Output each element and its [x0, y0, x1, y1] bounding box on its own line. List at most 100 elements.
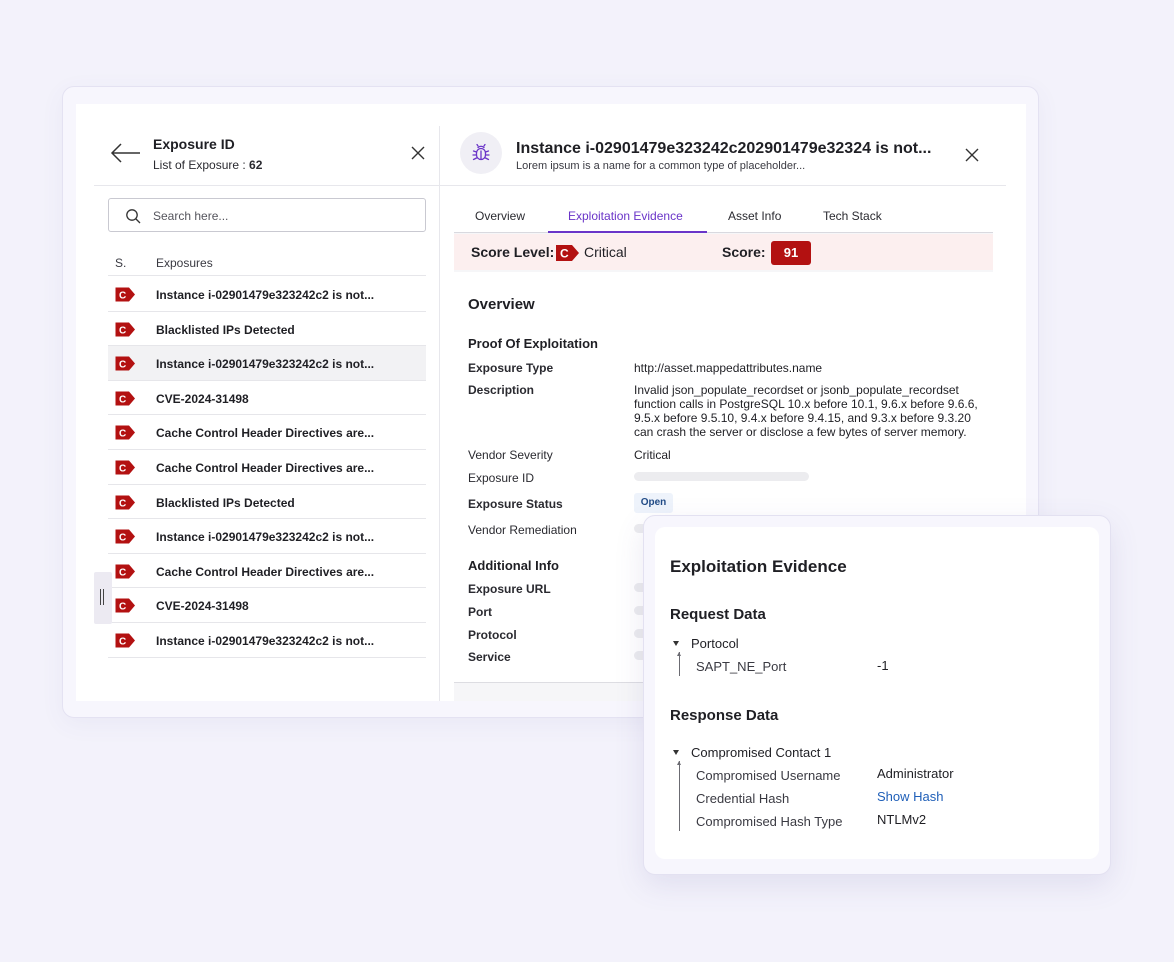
section-title: Overview	[468, 296, 535, 313]
score-level-label: Score Level:	[471, 244, 555, 260]
severity-tag-icon: C	[115, 322, 135, 337]
svg-text:C: C	[119, 360, 126, 371]
column-exposures: Exposures	[156, 256, 213, 270]
field-key: Compromised Username	[696, 768, 841, 783]
hash-type-value: NTLMv2	[877, 812, 927, 827]
svg-text:C: C	[119, 498, 126, 509]
exposure-id-label: Exposure ID	[468, 471, 535, 485]
svg-text:C: C	[119, 325, 126, 336]
list-item-label: Blacklisted IPs Detected	[156, 495, 295, 510]
status-badge: Open	[634, 493, 673, 513]
search-icon	[126, 209, 141, 224]
exposure-type-value: http://asset.mappedattributes.name	[634, 361, 823, 375]
tree-connector	[677, 652, 681, 676]
tree-connector	[677, 761, 681, 831]
list-header: Exposure ID List of Exposure : 62	[94, 126, 439, 186]
list-item[interactable]: C CVE-2024-31498	[108, 381, 426, 416]
exposure-id-placeholder	[634, 472, 809, 481]
show-hash-link[interactable]: Show Hash	[877, 789, 943, 804]
list-item[interactable]: C Cache Control Header Directives are...	[108, 415, 426, 450]
list-item-label: Instance i-02901479e323242c2 is not...	[156, 357, 375, 372]
list-item-label: Cache Control Header Directives are...	[156, 564, 375, 579]
svg-text:C: C	[119, 567, 126, 578]
critical-badge: C	[115, 425, 136, 443]
list-item-label: Instance i-02901479e323242c2 is not...	[156, 530, 375, 545]
compromised-username-value: Administrator	[877, 766, 954, 781]
close-icon[interactable]	[410, 145, 426, 161]
list-item-label: Cache Control Header Directives are...	[156, 426, 375, 441]
service-label: Service	[468, 650, 511, 664]
response-data-heading: Response Data	[670, 707, 779, 724]
proof-heading: Proof Of Exploitation	[468, 336, 598, 351]
vendor-severity-value: Critical	[634, 448, 671, 462]
score-label: Score:	[722, 244, 766, 260]
vendor-remediation-label: Vendor Remediation	[468, 523, 577, 537]
severity-tag-icon: C	[115, 633, 135, 648]
list-item[interactable]: C Blacklisted IPs Detected	[108, 485, 426, 520]
caret-down-icon	[673, 750, 679, 756]
detail-title: Instance i-02901479e323242c202901479e323…	[516, 140, 932, 157]
tab-tech-stack[interactable]: Tech Stack	[823, 209, 882, 223]
score-level-value: Critical	[584, 244, 627, 260]
severity-tag-icon: C	[115, 391, 135, 406]
additional-info-heading: Additional Info	[468, 558, 559, 573]
detail-subtitle: Lorem ipsum is a name for a common type …	[516, 160, 806, 172]
caret-down-icon	[673, 641, 679, 647]
severity-tag-icon: C	[115, 598, 135, 613]
svg-text:C: C	[119, 602, 126, 613]
panel-drag-handle[interactable]	[94, 572, 112, 624]
critical-badge: C	[115, 529, 136, 547]
request-value: -1	[877, 658, 889, 673]
vendor-severity-label: Vendor Severity	[468, 448, 553, 462]
tab-exploitation-evidence[interactable]: Exploitation Evidence	[568, 209, 683, 223]
list-item[interactable]: C Cache Control Header Directives are...	[108, 554, 426, 589]
exposure-url-label: Exposure URL	[468, 582, 551, 596]
critical-badge: C	[115, 287, 136, 305]
tab-overview[interactable]: Overview	[475, 209, 525, 223]
list-item-label: CVE-2024-31498	[156, 391, 249, 406]
svg-text:C: C	[119, 463, 126, 474]
critical-badge: C	[115, 633, 136, 651]
bug-avatar	[460, 132, 502, 174]
exposure-list: C Instance i-02901479e323242c2 is not... C…	[108, 277, 426, 658]
svg-text:C: C	[119, 429, 126, 440]
score-value: 91	[771, 241, 811, 265]
critical-badge: C	[115, 391, 136, 409]
list-item[interactable]: C CVE-2024-31498	[108, 588, 426, 623]
score-bar: Score Level: C Critical Score: 91	[454, 234, 993, 270]
severity-tag-icon: C	[115, 564, 135, 579]
list-item-label: Blacklisted IPs Detected	[156, 322, 295, 337]
list-item[interactable]: C Instance i-02901479e323242c2 is not...	[108, 277, 426, 312]
close-icon[interactable]	[964, 147, 980, 163]
list-item[interactable]: C Instance i-02901479e323242c2 is not...	[108, 623, 426, 658]
request-data-heading: Request Data	[670, 606, 766, 623]
list-count: List of Exposure : 62	[153, 158, 263, 172]
critical-badge: C	[115, 598, 136, 616]
back-arrow-icon[interactable]	[110, 142, 142, 164]
column-severity: S.	[115, 256, 127, 270]
search-placeholder: Search here...	[153, 209, 229, 223]
popup-title: Exploitation Evidence	[670, 557, 847, 576]
critical-badge: C	[115, 564, 136, 582]
tab-asset-info[interactable]: Asset Info	[728, 209, 781, 223]
list-item[interactable]: C Blacklisted IPs Detected	[108, 312, 426, 347]
severity-tag-icon: C	[115, 287, 135, 302]
request-tree-node[interactable]: Portocol	[673, 636, 739, 651]
field-key: Credential Hash	[696, 791, 790, 806]
svg-text:C: C	[119, 533, 126, 544]
port-label: Port	[468, 605, 492, 619]
critical-badge: C	[555, 244, 580, 267]
svg-text:C: C	[560, 247, 569, 261]
response-tree-node[interactable]: Compromised Contact 1	[673, 745, 831, 760]
list-column-header: S. Exposures	[108, 256, 426, 276]
list-item[interactable]: C Instance i-02901479e323242c2 is not...	[108, 519, 426, 554]
description-label: Description	[468, 383, 535, 397]
severity-tag-icon: C	[115, 529, 135, 544]
list-item[interactable]: C Cache Control Header Directives are...	[108, 450, 426, 485]
request-key: SAPT_NE_Port	[696, 659, 787, 674]
critical-badge: C	[115, 322, 136, 340]
list-item[interactable]: C Instance i-02901479e323242c2 is not...	[108, 346, 426, 381]
search-input[interactable]: Search here...	[108, 198, 426, 232]
field-key: Compromised Hash Type	[696, 814, 843, 829]
exposure-status-label: Exposure Status	[468, 497, 563, 511]
